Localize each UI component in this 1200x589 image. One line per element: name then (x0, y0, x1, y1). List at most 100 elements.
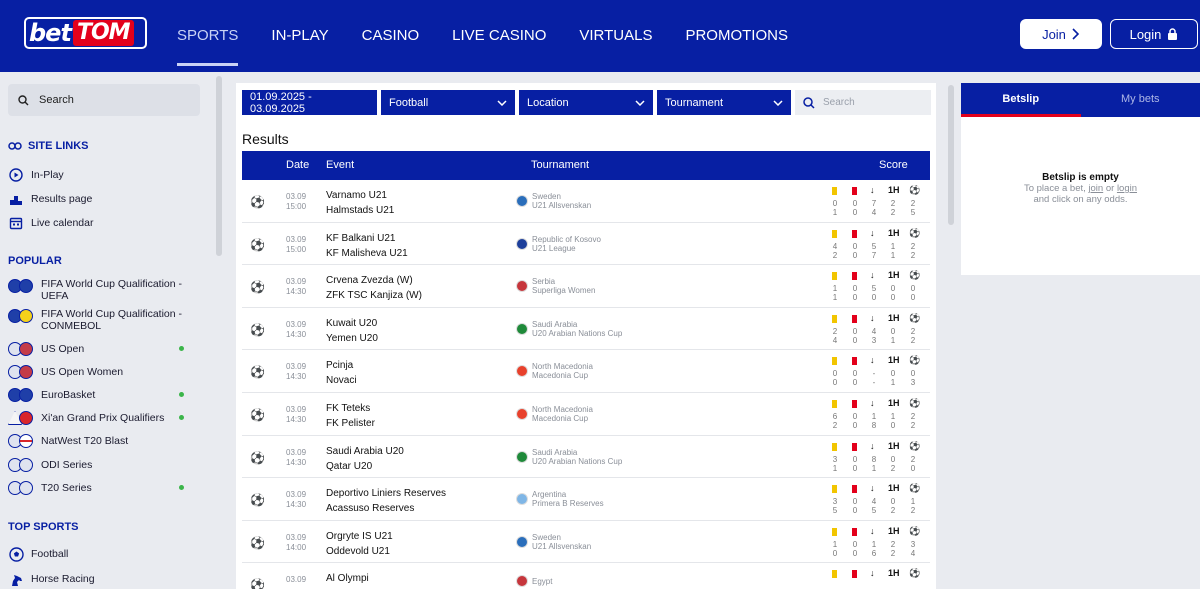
table-row[interactable]: ⚽ 03.09 Al Olympi Egypt ↓ 1H ⚽ (242, 563, 930, 589)
nav-in-play[interactable]: IN-PLAY (271, 0, 328, 72)
sidebar-scrollbar[interactable] (216, 76, 222, 256)
goals-icon: ⚽ (909, 227, 921, 238)
main-scrollbar[interactable] (948, 85, 954, 225)
row-league: U21 Allsvenskan (532, 541, 592, 551)
away-team: FK Pelister (326, 417, 375, 429)
login-label: Login (1129, 26, 1162, 42)
score-value: 8 (871, 420, 877, 430)
results-search-input[interactable]: Search (795, 90, 931, 115)
red-card-icon (852, 399, 857, 408)
score-value: 0 (852, 284, 858, 294)
sport-select[interactable]: Football (381, 90, 515, 115)
nav-promotions[interactable]: PROMOTIONS (685, 0, 788, 72)
sidebar-item-in-play[interactable]: In-Play (8, 167, 188, 183)
score-value: 1 (910, 497, 916, 507)
sidebar-item-us-open[interactable]: US Open (8, 341, 188, 357)
row-date: 03.09 14:30 (286, 404, 307, 424)
row-date: 03.09 14:30 (286, 362, 307, 382)
score-value: 3 (832, 454, 838, 464)
table-row[interactable]: ⚽ 03.09 14:30 Saudi Arabia U20 Qatar U20 Saud… (242, 436, 930, 479)
row-tournament: North Macedonia Macedonia Cup (516, 362, 593, 380)
row-event: Crvena Zvezda (W) ZFK TSC Kanjiza (W) (326, 273, 422, 303)
chevron-right-icon (1072, 28, 1080, 40)
sidebar-item-t20[interactable]: T20 Series (8, 480, 188, 496)
score-value: 3 (910, 539, 916, 549)
live-dot (179, 346, 184, 351)
row-event: Pcinja Novaci (326, 358, 357, 388)
score-value: 2 (832, 420, 838, 430)
table-row[interactable]: ⚽ 03.09 14:30 Crvena Zvezda (W) ZFK TSC Kanj… (242, 265, 930, 308)
join-button[interactable]: Join (1020, 19, 1102, 49)
score-value: 4 (910, 548, 916, 558)
first-half-label: 1H (888, 440, 900, 451)
row-event: Al Olympi (326, 571, 369, 586)
table-row[interactable]: ⚽ 03.09 14:30 Pcinja Novaci North Macedonia Ma… (242, 350, 930, 393)
row-date: 03.09 14:30 (286, 277, 307, 297)
bettom-logo[interactable]: bet TOM (24, 17, 147, 49)
nav-virtuals[interactable]: VIRTUALS (579, 0, 652, 72)
country-flag-icon (516, 237, 528, 250)
login-link[interactable]: login (1117, 183, 1137, 194)
score-value: 3 (910, 378, 916, 388)
corner-icon: ↓ (870, 355, 875, 366)
row-score: ↓ 1H ⚽ 6 0 1 1 2 2 0 8 0 2 (830, 398, 924, 432)
sidebar-item-xian[interactable]: Xi'an Grand Prix Qualifiers (8, 410, 188, 426)
row-tournament: Sweden U21 Allsvenskan (516, 192, 591, 210)
join-link[interactable]: join (1088, 183, 1103, 194)
red-card-icon (852, 187, 857, 195)
sidebar-item-eurobasket[interactable]: EuroBasket (8, 387, 188, 403)
row-score: ↓ 1H ⚽ 4 0 5 1 2 2 0 7 1 2 (830, 228, 924, 262)
football-icon: ⚽ (250, 237, 265, 252)
row-country: Argentina (532, 490, 567, 500)
football-icon: ⚽ (250, 407, 265, 422)
table-row[interactable]: ⚽ 03.09 14:30 Deportivo Liniers Reserves Aca… (242, 478, 930, 521)
corner-icon: ↓ (870, 568, 875, 579)
row-league: U20 Arabian Nations Cup (532, 456, 623, 466)
away-team: Qatar U20 (326, 460, 373, 472)
live-dot (179, 485, 184, 490)
sidebar-item-football[interactable]: Football (8, 546, 188, 562)
sidebar-item-live-calendar[interactable]: Live calendar (8, 215, 188, 231)
table-row[interactable]: ⚽ 03.09 14:00 Orgryte IS U21 Oddevold U21 Swe… (242, 521, 930, 564)
podium-icon (8, 191, 24, 207)
row-tournament: Saudi Arabia U20 Arabian Nations Cup (516, 320, 622, 338)
sidebar-item-results[interactable]: Results page (8, 191, 188, 207)
betslip-empty-title: Betslip is empty (1042, 172, 1119, 183)
table-row[interactable]: ⚽ 03.09 15:00 KF Balkani U21 KF Malisheva U2… (242, 223, 930, 266)
away-team: ZFK TSC Kanjiza (W) (326, 290, 422, 302)
table-row[interactable]: ⚽ 03.09 15:00 Varnamo U21 Halmstads U21 Swede… (242, 180, 930, 223)
sidebar-item-horse-racing[interactable]: Horse Racing (8, 571, 188, 587)
row-event: KF Balkani U21 KF Malisheva U21 (326, 231, 408, 261)
score-value: 2 (910, 199, 916, 208)
tab-betslip[interactable]: Betslip (961, 83, 1081, 117)
date-range-filter[interactable]: 01.09.2025 - 03.09.2025 (242, 90, 377, 115)
nav-live-casino[interactable]: LIVE CASINO (452, 0, 546, 72)
row-score: ↓ 1H ⚽ 2 0 4 0 2 4 0 3 1 2 (830, 313, 924, 347)
table-row[interactable]: ⚽ 03.09 14:30 FK Teteks FK Pelister North Mac… (242, 393, 930, 436)
sidebar-search[interactable]: Search (8, 84, 200, 116)
chevron-down-icon (635, 99, 645, 106)
nav-sports[interactable]: SPORTS (177, 0, 239, 72)
score-value: 5 (871, 241, 877, 251)
sidebar-item-wc-conmebol[interactable]: FIFA World Cup Qualification - CONMEBOL (8, 308, 188, 332)
sidebar-item-odi[interactable]: ODI Series (8, 457, 188, 473)
sidebar-item-wc-uefa[interactable]: FIFA World Cup Qualification - UEFA (8, 278, 188, 302)
location-select[interactable]: Location (519, 90, 653, 115)
score-value: 4 (832, 335, 838, 345)
score-value: 5 (910, 208, 916, 217)
row-country: Republic of Kosovo (532, 234, 601, 244)
home-team: KF Balkani U21 (326, 232, 396, 244)
first-half-label: 1H (888, 568, 900, 579)
corner-icon: ↓ (870, 185, 875, 195)
nav-casino[interactable]: CASINO (362, 0, 420, 72)
sidebar-item-natwest[interactable]: NatWest T20 Blast (8, 433, 188, 449)
table-row[interactable]: ⚽ 03.09 14:30 Kuwait U20 Yemen U20 Saudi Arab… (242, 308, 930, 351)
tab-my-bets[interactable]: My bets (1081, 83, 1200, 117)
tournament-select[interactable]: Tournament (657, 90, 791, 115)
score-value: 2 (910, 335, 916, 345)
score-value: 0 (852, 420, 858, 430)
sidebar-item-us-open-women[interactable]: US Open Women (8, 364, 188, 380)
play-circle-icon (8, 167, 24, 183)
login-button[interactable]: Login (1110, 19, 1198, 49)
results-title: Results (242, 131, 289, 147)
